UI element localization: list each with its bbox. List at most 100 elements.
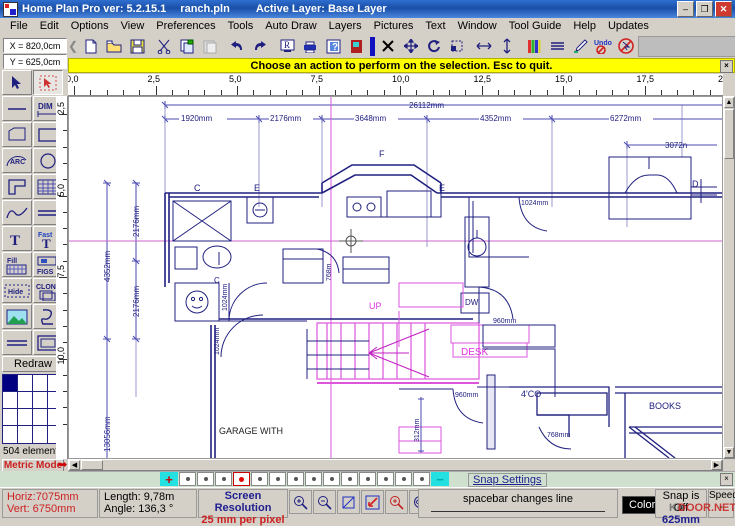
color-swatch[interactable]: [33, 409, 48, 426]
line-style-icon[interactable]: [546, 36, 568, 57]
wall-tool[interactable]: [2, 174, 32, 199]
line-width-option[interactable]: [413, 472, 430, 486]
text-tool[interactable]: T: [2, 226, 32, 251]
snap-bar-close-button[interactable]: ×: [720, 473, 733, 486]
menu-item-help[interactable]: Help: [567, 19, 602, 33]
color-swatch[interactable]: [3, 375, 18, 392]
increase-line-width-button[interactable]: +: [160, 472, 178, 486]
stretch-horizontal-icon[interactable]: [473, 36, 495, 57]
line-width-option[interactable]: [251, 472, 268, 486]
line-width-option[interactable]: [215, 472, 232, 486]
zoom-extents-icon[interactable]: [361, 490, 384, 514]
line-tool[interactable]: [2, 96, 32, 121]
hint-close-button[interactable]: ×: [720, 60, 733, 73]
menu-item-tools[interactable]: Tools: [222, 19, 260, 33]
stretch-vertical-icon[interactable]: [496, 36, 518, 57]
vertical-ruler[interactable]: 2,55,07,510,0: [56, 96, 68, 459]
coordinate-y-field[interactable]: Y = 625,0cm: [3, 54, 67, 69]
zoom-previous-icon[interactable]: [385, 490, 408, 514]
redraw-button[interactable]: Redraw: [2, 356, 64, 372]
parallel-tool[interactable]: [2, 330, 32, 355]
line-width-option[interactable]: [305, 472, 322, 486]
help-question-icon[interactable]: ?: [322, 36, 344, 57]
cut-scissors-icon[interactable]: [153, 36, 175, 57]
print-icon[interactable]: [299, 36, 321, 57]
menu-item-options[interactable]: Options: [65, 19, 115, 33]
line-width-option[interactable]: [323, 472, 340, 486]
scroll-down-button[interactable]: ▼: [724, 447, 734, 458]
color-swatch-grid[interactable]: [2, 374, 64, 444]
color-swatch[interactable]: [18, 392, 33, 409]
eyedropper-icon[interactable]: [569, 36, 591, 57]
paste-icon[interactable]: [199, 36, 221, 57]
line-width-option[interactable]: [269, 472, 286, 486]
color-swatch[interactable]: [3, 409, 18, 426]
menu-item-text[interactable]: Text: [419, 19, 451, 33]
menu-item-updates[interactable]: Updates: [602, 19, 655, 33]
menu-item-view[interactable]: View: [115, 19, 151, 33]
color-swatch[interactable]: [3, 426, 18, 443]
delete-x-icon[interactable]: [377, 36, 399, 57]
line-width-option[interactable]: [197, 472, 214, 486]
move-icon[interactable]: [400, 36, 422, 57]
scroll-left-button[interactable]: ◀: [69, 460, 80, 470]
picture-tool[interactable]: [2, 304, 32, 329]
vertical-scroll-thumb[interactable]: [724, 109, 734, 159]
hide-tool[interactable]: Hide: [2, 278, 32, 303]
color-swatch[interactable]: [33, 426, 48, 443]
undo-arrow-icon[interactable]: [226, 36, 248, 57]
scroll-up-button[interactable]: ▲: [724, 97, 734, 108]
zoom-window-icon[interactable]: [337, 490, 360, 514]
select-region-tool[interactable]: [33, 70, 63, 95]
menu-item-preferences[interactable]: Preferences: [150, 19, 221, 33]
scroll-right-button[interactable]: ▶: [711, 460, 722, 470]
redo-arrow-icon[interactable]: [249, 36, 271, 57]
coordinate-x-field[interactable]: X = 820,0cm: [3, 38, 67, 53]
save-disk-icon[interactable]: [126, 36, 148, 57]
line-width-option[interactable]: [377, 472, 394, 486]
cancel-select-icon[interactable]: [615, 36, 637, 57]
undo-group-icon[interactable]: Undo: [592, 36, 614, 57]
menu-item-edit[interactable]: Edit: [34, 19, 65, 33]
select-arrow-tool[interactable]: [2, 70, 32, 95]
door-icon[interactable]: [345, 36, 367, 57]
color-swatch[interactable]: [33, 392, 48, 409]
new-file-icon[interactable]: [80, 36, 102, 57]
menu-item-auto-draw[interactable]: Auto Draw: [259, 19, 322, 33]
open-folder-icon[interactable]: [103, 36, 125, 57]
select-area-icon[interactable]: [446, 36, 468, 57]
decrease-line-width-button[interactable]: −: [431, 472, 449, 486]
menu-item-layers[interactable]: Layers: [323, 19, 368, 33]
line-width-option[interactable]: [341, 472, 358, 486]
line-width-option[interactable]: [359, 472, 376, 486]
maximize-button[interactable]: ❐: [696, 1, 713, 17]
color-bars-icon[interactable]: [523, 36, 545, 57]
line-width-option[interactable]: [179, 472, 196, 486]
minimize-button[interactable]: –: [677, 1, 694, 17]
pan-left-indicator-icon[interactable]: ➡: [58, 460, 67, 470]
color-swatch[interactable]: [33, 375, 48, 392]
menu-item-window[interactable]: Window: [452, 19, 503, 33]
zoom-in-icon[interactable]: [289, 490, 312, 514]
print-preview-icon[interactable]: R: [276, 36, 298, 57]
rotate-icon[interactable]: [423, 36, 445, 57]
zoom-out-icon[interactable]: [313, 490, 336, 514]
color-swatch[interactable]: [18, 375, 33, 392]
menu-item-tool-guide[interactable]: Tool Guide: [503, 19, 568, 33]
arc-tool[interactable]: ARC: [2, 148, 32, 173]
menu-item-file[interactable]: File: [4, 19, 34, 33]
vertical-scrollbar[interactable]: ▲ ▼: [723, 96, 735, 459]
line-width-option[interactable]: [395, 472, 412, 486]
curve-tool[interactable]: [2, 200, 32, 225]
horizontal-scroll-thumb[interactable]: [81, 460, 103, 470]
drawing-canvas[interactable]: 26112mm 1920mm 2176mm 3648mm 4352mm: [68, 96, 723, 459]
menu-item-pictures[interactable]: Pictures: [368, 19, 420, 33]
horizontal-ruler[interactable]: 0,02,55,07,510,012,515,017,520: [68, 74, 723, 96]
polyline-tool[interactable]: [2, 122, 32, 147]
line-width-option[interactable]: [233, 472, 250, 486]
color-swatch[interactable]: [18, 426, 33, 443]
color-swatch[interactable]: [18, 409, 33, 426]
copy-icon[interactable]: [176, 36, 198, 57]
line-width-option[interactable]: [287, 472, 304, 486]
horizontal-scrollbar[interactable]: ◀ ▶: [68, 459, 723, 471]
